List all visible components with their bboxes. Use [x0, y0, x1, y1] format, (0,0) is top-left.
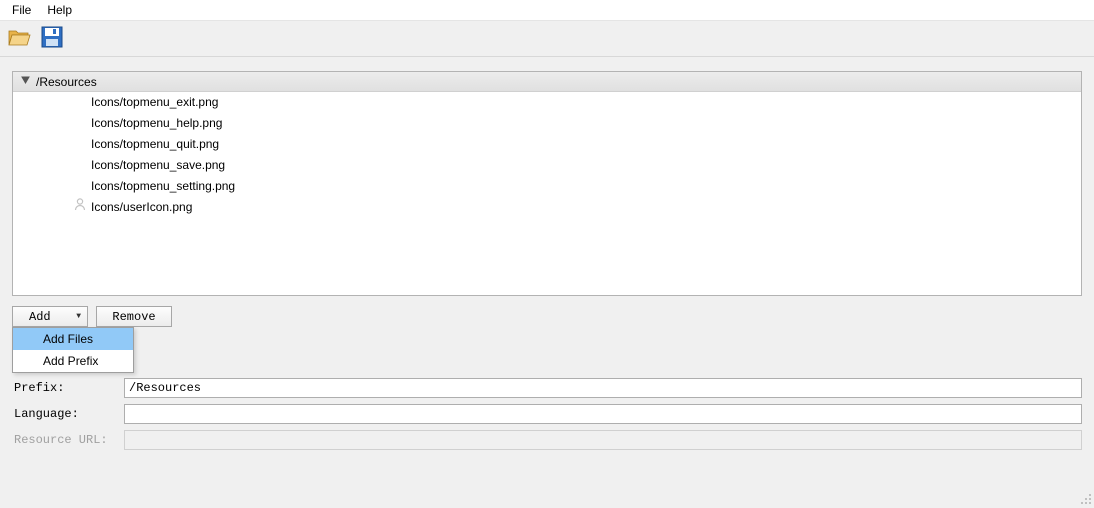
- chevron-down-icon: [21, 72, 30, 92]
- remove-button-label: Remove: [112, 310, 155, 324]
- prefix-input[interactable]: [124, 378, 1082, 398]
- language-input[interactable]: [124, 404, 1082, 424]
- add-button-label: Add: [29, 310, 51, 324]
- menubar: File Help: [0, 0, 1094, 21]
- tree-item[interactable]: Icons/topmenu_quit.png: [13, 134, 1081, 155]
- language-label: Language:: [12, 407, 104, 421]
- button-row: Add ▼ Remove Add Files Add Prefix: [12, 306, 1082, 327]
- tree-root-label: /Resources: [36, 72, 97, 92]
- toolbar: [0, 21, 1094, 57]
- resource-url-label: Resource URL:: [12, 433, 124, 447]
- add-dropdown: Add Files Add Prefix: [12, 327, 134, 373]
- tree-item[interactable]: Icons/topmenu_setting.png: [13, 176, 1081, 197]
- menu-help[interactable]: Help: [39, 1, 80, 19]
- save-icon: [41, 26, 63, 51]
- resource-url-input: [124, 430, 1082, 450]
- user-icon: [73, 197, 87, 218]
- tree-item[interactable]: Icons/topmenu_help.png: [13, 113, 1081, 134]
- open-button[interactable]: [6, 25, 34, 53]
- resize-grip-icon[interactable]: [1078, 491, 1092, 505]
- tree-root-node[interactable]: /Resources: [13, 72, 1081, 92]
- add-button[interactable]: Add ▼: [12, 306, 88, 327]
- dropdown-item-add-files[interactable]: Add Files: [13, 328, 133, 350]
- tree-item[interactable]: Icons/topmenu_save.png: [13, 155, 1081, 176]
- dropdown-item-add-prefix[interactable]: Add Prefix: [13, 350, 133, 372]
- content-area: /Resources Icons/topmenu_exit.png Icons/…: [0, 57, 1094, 457]
- resource-tree[interactable]: /Resources Icons/topmenu_exit.png Icons/…: [12, 71, 1082, 296]
- save-button[interactable]: [38, 25, 66, 53]
- remove-button[interactable]: Remove: [96, 306, 172, 327]
- menu-file[interactable]: File: [4, 1, 39, 19]
- properties-form: Prefix: Language: Resource URL:: [12, 375, 1082, 453]
- tree-item[interactable]: Icons/userIcon.png: [13, 197, 1081, 218]
- folder-open-icon: [8, 27, 32, 50]
- prefix-label: Prefix:: [12, 381, 104, 395]
- tree-item-label: Icons/userIcon.png: [91, 197, 192, 218]
- caret-down-icon: ▼: [76, 312, 81, 321]
- tree-item[interactable]: Icons/topmenu_exit.png: [13, 92, 1081, 113]
